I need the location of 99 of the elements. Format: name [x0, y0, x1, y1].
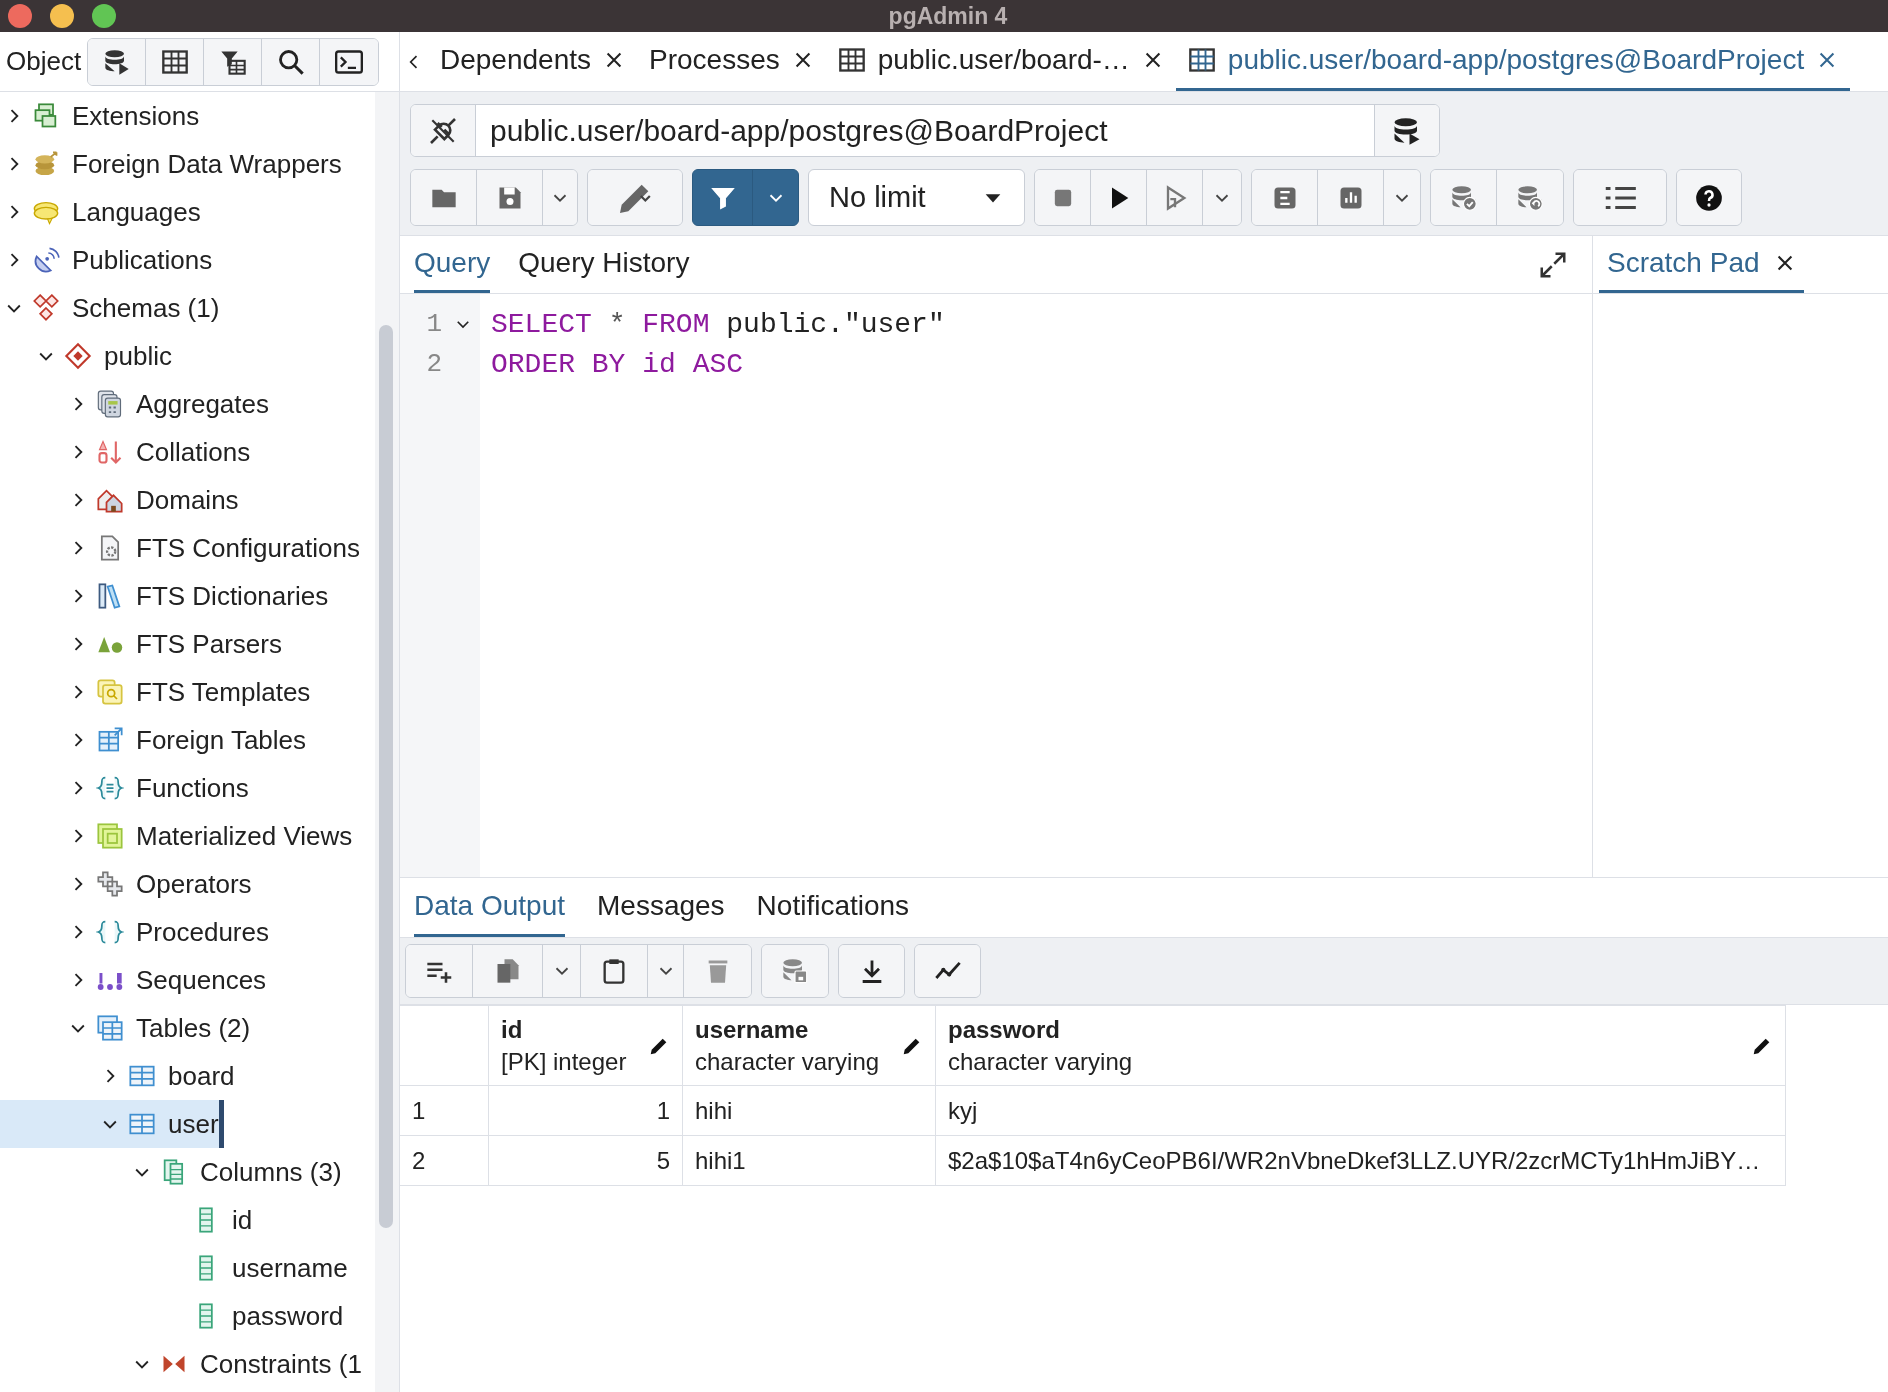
minimize-window-button[interactable]: [50, 4, 74, 28]
database-icon: [1392, 115, 1422, 146]
table-cell: hihi1: [682, 1135, 935, 1185]
tab[interactable]: Query History: [518, 236, 690, 293]
help-button[interactable]: [1677, 170, 1741, 225]
graph-button[interactable]: [915, 945, 980, 997]
edit-menu-button[interactable]: [588, 170, 682, 225]
column-header[interactable]: id [PK] integer: [488, 1005, 682, 1085]
calculator-icon: [96, 390, 124, 418]
tree-item[interactable]: Materialized Views: [0, 812, 353, 860]
terminal-icon: [335, 47, 364, 76]
tree-item[interactable]: Extensions: [0, 92, 200, 140]
tree-item[interactable]: Tables (2): [0, 1004, 251, 1052]
tree-item[interactable]: board: [0, 1052, 235, 1100]
tab[interactable]: Scratch Pad: [1599, 236, 1804, 293]
code-line: SELECT * FROM public."user": [490, 308, 945, 340]
stop-button[interactable]: [1035, 170, 1091, 225]
tree-item[interactable]: Functions: [0, 764, 249, 812]
document-search-icon: [96, 678, 124, 706]
tree-item[interactable]: user: [0, 1100, 224, 1148]
table-icon: [837, 46, 866, 74]
tree-item[interactable]: Aggregates: [0, 380, 269, 428]
tree-item[interactable]: username: [0, 1244, 348, 1292]
table-icon: [160, 47, 189, 76]
zoom-window-button[interactable]: [92, 4, 116, 28]
satellite-dish-icon: [32, 246, 60, 274]
tree-item[interactable]: FTS Dictionaries: [0, 572, 329, 620]
macros-button[interactable]: [1574, 170, 1666, 225]
diamonds-icon: [32, 294, 60, 322]
database-check-icon: [1449, 183, 1478, 212]
tree-item[interactable]: Foreign Tables: [0, 716, 307, 764]
tree-item[interactable]: Columns (3): [0, 1148, 342, 1196]
squares-icon: [96, 822, 124, 850]
server-button[interactable]: [1375, 105, 1439, 156]
query-tool-button[interactable]: [88, 38, 147, 85]
line-number: 1: [426, 309, 442, 339]
tab[interactable]: Messages: [597, 878, 725, 937]
filter-button[interactable]: [693, 170, 753, 225]
column-header[interactable]: username character varying: [682, 1005, 935, 1085]
line-number: 2: [426, 349, 442, 379]
psql-tool-button[interactable]: [320, 38, 379, 85]
window-title: pgAdmin 4: [887, 2, 1009, 30]
table-cell: 5: [488, 1135, 682, 1185]
tree-item[interactable]: Schemas (1): [0, 284, 220, 332]
table-cell: kyj: [935, 1085, 1785, 1135]
tab[interactable]: Dependents: [428, 32, 637, 91]
table-cell: hihi: [682, 1085, 935, 1135]
tree-item[interactable]: Collations: [0, 428, 251, 476]
search-icon: [276, 47, 305, 76]
add-row-button[interactable]: [406, 945, 473, 997]
row-number: 2: [400, 1135, 488, 1185]
braces-icon: [96, 918, 124, 946]
search-button[interactable]: [262, 38, 321, 85]
tree-item[interactable]: Sequences: [0, 956, 267, 1004]
tree-item[interactable]: Operators: [0, 860, 252, 908]
row-limit-dropdown[interactable]: No limit: [808, 169, 1025, 226]
sort-icon: [96, 438, 124, 466]
column-header[interactable]: password character varying: [935, 1005, 1785, 1085]
explain-button[interactable]: [1252, 170, 1318, 225]
tree-item[interactable]: password: [0, 1292, 344, 1340]
table-icon: [96, 726, 124, 754]
tab[interactable]: public.user/board-…: [825, 32, 1176, 91]
house-icon: [96, 486, 124, 514]
tree-item[interactable]: FTS Parsers: [0, 620, 282, 668]
open-file-button[interactable]: [411, 170, 477, 225]
view-data-button[interactable]: [146, 38, 205, 85]
database-undo-icon: [1516, 183, 1544, 212]
braces-icon: [96, 774, 124, 802]
filtered-rows-button[interactable]: [204, 38, 263, 85]
download-button[interactable]: [839, 945, 904, 997]
table-cell: $2a$10$aT4n6yCeoPB6I/WR2nVbneDkef3LLZ.UYR/2zcrMCTy1hHmJiBY…: [935, 1135, 1785, 1185]
code-line: ORDER BY id ASC: [490, 348, 744, 380]
tree-item[interactable]: public: [0, 332, 172, 380]
scrollbar-thumb[interactable]: [379, 325, 393, 1228]
diamond-icon: [64, 342, 92, 370]
tree-item[interactable]: Foreign Data Wrappers: [0, 140, 342, 188]
tab[interactable]: Processes: [637, 32, 826, 91]
tree-item[interactable]: Procedures: [0, 908, 269, 956]
connection-status-button[interactable]: [411, 105, 475, 156]
panel-title: Object: [6, 46, 82, 77]
save-data-button[interactable]: [762, 945, 828, 997]
help-icon: [1695, 183, 1723, 212]
database-play-icon: [102, 47, 131, 76]
table-icon: [1187, 46, 1216, 74]
tree-item[interactable]: FTS Configurations: [0, 524, 360, 572]
row-number: 1: [400, 1085, 488, 1135]
tree-item[interactable]: Publications: [0, 236, 213, 284]
tree-item[interactable]: FTS Templates: [0, 668, 311, 716]
database-save-icon: [781, 957, 809, 985]
table-cell: 1: [488, 1085, 682, 1135]
plus-icon: [96, 870, 124, 898]
commit-button[interactable]: [1431, 170, 1497, 225]
tree-item[interactable]: Languages: [0, 188, 201, 236]
tables-icon: [96, 1014, 124, 1042]
tab[interactable]: Notifications: [756, 878, 910, 937]
tree-item[interactable]: Domains: [0, 476, 239, 524]
close-window-button[interactable]: [8, 4, 32, 28]
tree-item[interactable]: Constraints (1: [0, 1340, 362, 1388]
tree-item[interactable]: id: [0, 1196, 253, 1244]
